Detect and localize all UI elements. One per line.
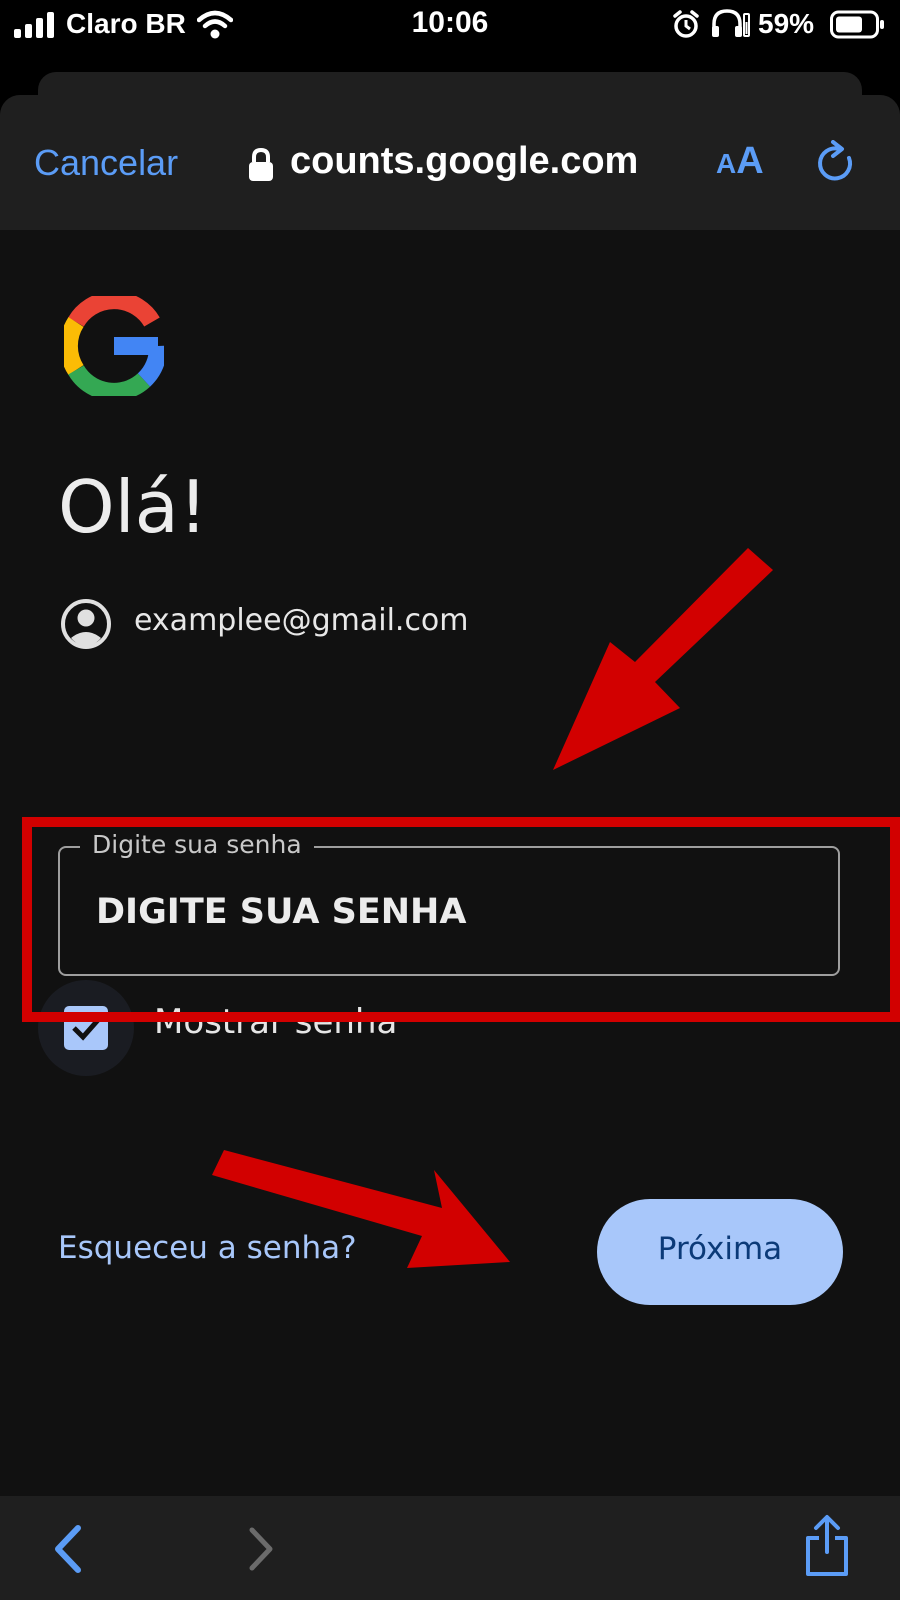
alarm-icon: [673, 10, 699, 38]
text-size-button[interactable]: AA: [716, 140, 764, 183]
headphones-icon: [712, 9, 750, 37]
reload-icon[interactable]: [815, 140, 859, 186]
annotation-arrow-icon: [553, 548, 773, 770]
text-size-small-a: A: [716, 148, 737, 179]
text-size-large-a: A: [736, 140, 764, 182]
forward-arrow-icon[interactable]: [246, 1526, 276, 1572]
share-icon[interactable]: [802, 1514, 852, 1578]
cancel-button[interactable]: Cancelar: [34, 142, 178, 184]
bottom-toolbar: [0, 1496, 900, 1600]
google-logo: [64, 296, 164, 396]
account-email[interactable]: examplee@gmail.com: [134, 603, 469, 638]
lock-icon: [249, 148, 273, 181]
forgot-password-link[interactable]: Esqueceu a senha?: [58, 1230, 357, 1266]
battery-percent: 59%: [758, 8, 815, 39]
account-circle-icon: [61, 599, 111, 649]
back-arrow-icon[interactable]: [50, 1524, 84, 1574]
annotation-highlight-box: [22, 817, 900, 1022]
url-text[interactable]: counts.google.com: [290, 140, 638, 183]
battery-icon: [830, 10, 884, 39]
next-button-label[interactable]: Próxima: [597, 1231, 843, 1267]
greeting-heading: Olá!: [58, 465, 208, 549]
